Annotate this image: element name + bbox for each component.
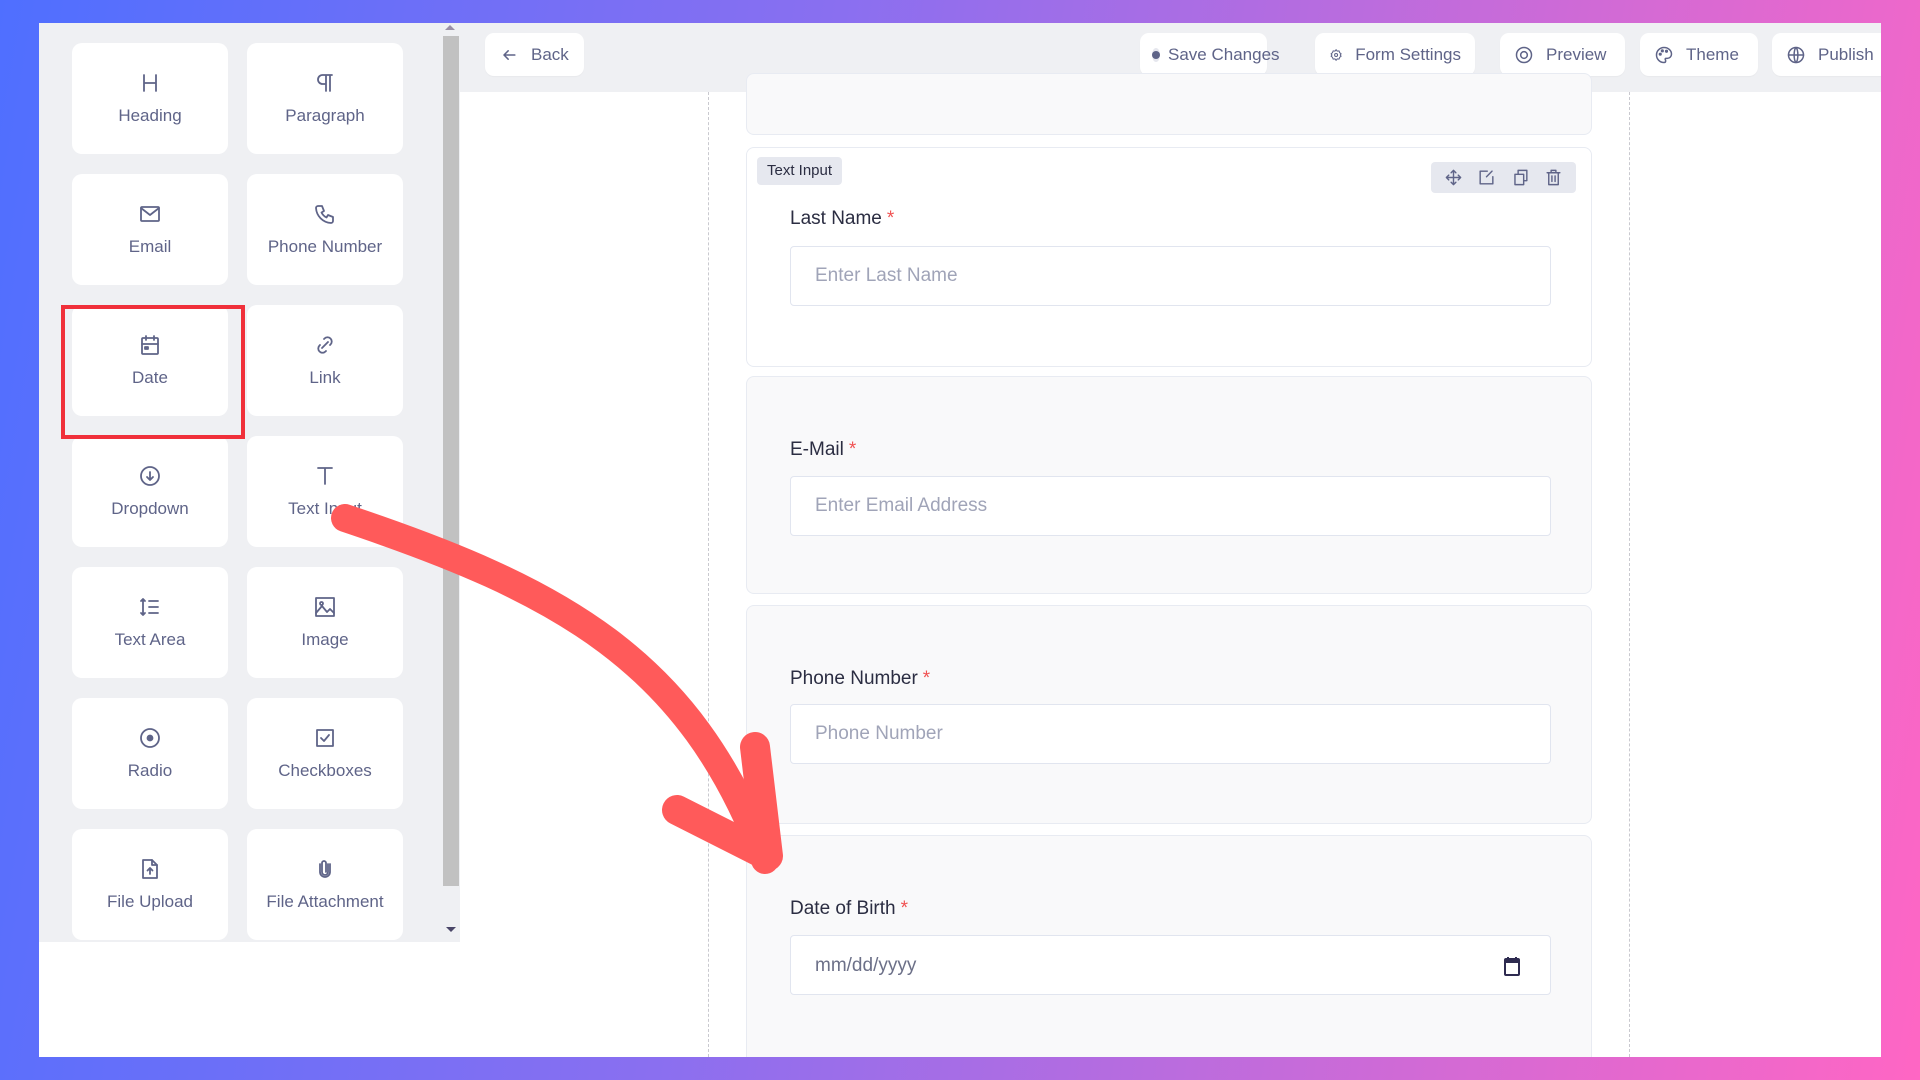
- palette-item-label: Text Input: [288, 499, 362, 518]
- palette-item-label: Checkboxes: [278, 761, 372, 780]
- email-icon: [137, 201, 163, 227]
- calendar-picker-icon[interactable]: [1502, 955, 1522, 977]
- palette-item-label: Link: [309, 368, 341, 387]
- form-settings-label: Form Settings: [1355, 44, 1461, 64]
- field-type-tag: Text Input: [757, 157, 843, 185]
- field-label: E-Mail *: [790, 439, 857, 460]
- gear-icon: [1330, 48, 1342, 61]
- last-name-input[interactable]: [790, 246, 1551, 306]
- checkbox-icon: [312, 725, 338, 751]
- palette-item-label: File Upload: [107, 892, 193, 911]
- heading-icon: [137, 70, 163, 96]
- duplicate-icon[interactable]: [1511, 168, 1530, 187]
- field-label: Phone Number *: [790, 668, 931, 689]
- palette-item-email[interactable]: Email: [72, 174, 228, 285]
- sidebar-scrollbar-thumb[interactable]: [443, 36, 459, 886]
- paragraph-icon: [312, 70, 338, 96]
- theme-button[interactable]: Theme: [1640, 33, 1758, 76]
- palette-item-label: Dropdown: [111, 499, 189, 518]
- save-label: Save Changes: [1168, 44, 1280, 64]
- form-settings-button[interactable]: Form Settings: [1315, 33, 1475, 76]
- palette-item-label: Image: [301, 630, 349, 649]
- palette-item-paragraph[interactable]: Paragraph: [247, 43, 403, 154]
- eye-icon: [1515, 46, 1533, 63]
- globe-icon: [1787, 46, 1805, 63]
- form-field-card-date-of-birth[interactable]: Date of Birth * mm/dd/yyyy: [746, 835, 1592, 1057]
- date-placeholder: mm/dd/yyyy: [815, 955, 917, 976]
- publish-label: Publish: [1818, 44, 1874, 64]
- palette-item-heading[interactable]: Heading: [72, 43, 228, 154]
- date-highlight-box: [61, 305, 245, 439]
- text-icon: [312, 463, 338, 489]
- palette-item-label: Paragraph: [285, 106, 365, 125]
- move-icon[interactable]: [1444, 168, 1463, 187]
- form-field-card-last-name[interactable]: Text Input Last Name *: [746, 147, 1592, 367]
- delete-icon[interactable]: [1544, 168, 1563, 187]
- save-changes-button[interactable]: Save Changes: [1140, 33, 1280, 76]
- field-palette-sidebar: Heading Paragraph Email Phone Number Dat…: [39, 23, 460, 942]
- dropdown-icon: [137, 463, 163, 489]
- preview-label: Preview: [1546, 44, 1607, 64]
- palette-item-label: Email: [128, 237, 172, 256]
- field-label: Date of Birth *: [790, 898, 909, 919]
- form-field-card-email[interactable]: E-Mail *: [746, 376, 1592, 594]
- arrow-left-icon: [503, 49, 516, 60]
- palette-item-phone-number[interactable]: Phone Number: [247, 174, 403, 285]
- back-button[interactable]: Back: [485, 33, 584, 76]
- form-builder-window: Heading Paragraph Email Phone Number Dat…: [39, 23, 1881, 1057]
- palette-item-label: File Attachment: [266, 892, 384, 911]
- field-label: Last Name *: [790, 208, 895, 229]
- palette-item-radio[interactable]: Radio: [72, 698, 228, 809]
- palette-item-file-attachment[interactable]: File Attachment: [247, 829, 403, 940]
- palette-item-link[interactable]: Link: [247, 305, 403, 416]
- date-of-birth-input[interactable]: mm/dd/yyyy: [790, 935, 1551, 995]
- radio-icon: [137, 725, 163, 751]
- palette-item-label: Heading: [118, 106, 182, 125]
- text-area-icon: [137, 594, 163, 620]
- preview-button[interactable]: Preview: [1500, 33, 1625, 76]
- phone-icon: [312, 201, 338, 227]
- file-upload-icon: [137, 856, 163, 882]
- palette-item-text-input[interactable]: Text Input: [247, 436, 403, 547]
- canvas-guide-right: [1629, 92, 1630, 1057]
- theme-label: Theme: [1686, 44, 1739, 64]
- publish-button[interactable]: Publish: [1772, 33, 1881, 76]
- palette-item-file-upload[interactable]: File Upload: [72, 829, 228, 940]
- palette-item-label: Radio: [127, 761, 173, 780]
- palette-item-label: Text Area: [114, 630, 186, 649]
- palette-item-label: Phone Number: [267, 237, 383, 256]
- edit-icon[interactable]: [1477, 168, 1496, 187]
- scroll-down-arrow-icon[interactable]: [446, 927, 456, 932]
- palette-item-dropdown[interactable]: Dropdown: [72, 436, 228, 547]
- phone-number-input[interactable]: [790, 704, 1551, 764]
- email-input[interactable]: [790, 476, 1551, 536]
- scroll-up-arrow-icon[interactable]: [445, 25, 455, 30]
- form-field-card-phone-number[interactable]: Phone Number *: [746, 605, 1592, 824]
- form-field-card-previous[interactable]: [746, 73, 1592, 135]
- palette-icon: [1655, 46, 1673, 63]
- paperclip-icon: [312, 856, 338, 882]
- link-icon: [312, 332, 338, 358]
- field-actions: [1431, 162, 1576, 193]
- image-icon: [312, 594, 338, 620]
- back-label: Back: [531, 44, 569, 64]
- palette-item-image[interactable]: Image: [247, 567, 403, 678]
- unsaved-dot-icon: [1152, 47, 1160, 62]
- canvas-guide-left: [708, 92, 709, 1057]
- palette-item-text-area[interactable]: Text Area: [72, 567, 228, 678]
- palette-item-checkboxes[interactable]: Checkboxes: [247, 698, 403, 809]
